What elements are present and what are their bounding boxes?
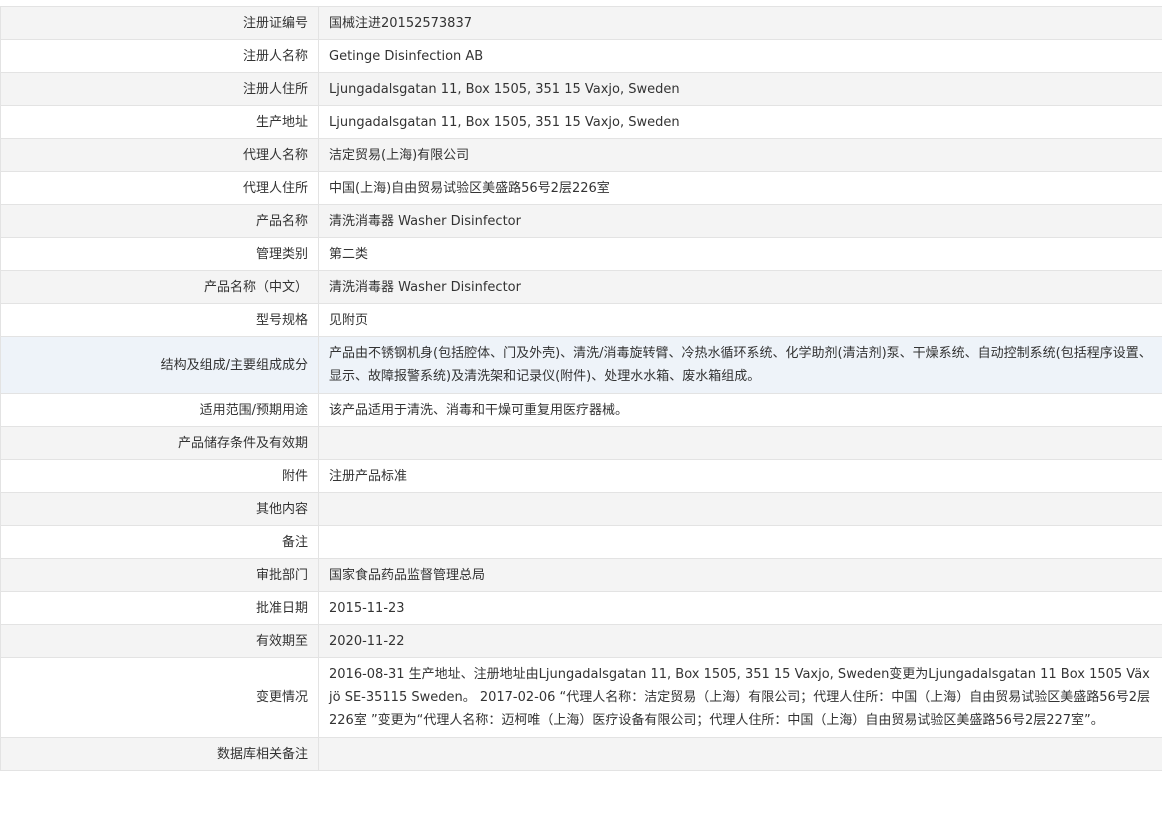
field-value bbox=[319, 493, 1162, 526]
field-label: 注册人名称 bbox=[1, 40, 319, 73]
field-value: 2016-08-31 生产地址、注册地址由Ljungadalsgatan 11,… bbox=[319, 658, 1162, 738]
row-production-address: 生产地址 Ljungadalsgatan 11, Box 1505, 351 1… bbox=[1, 106, 1162, 139]
row-change-history: 变更情况 2016-08-31 生产地址、注册地址由Ljungadalsgata… bbox=[1, 658, 1162, 738]
field-label: 数据库相关备注 bbox=[1, 738, 319, 771]
field-label: 型号规格 bbox=[1, 304, 319, 337]
field-value: 第二类 bbox=[319, 238, 1162, 271]
field-value: 洁定贸易(上海)有限公司 bbox=[319, 139, 1162, 172]
row-agent-name: 代理人名称 洁定贸易(上海)有限公司 bbox=[1, 139, 1162, 172]
row-other-content: 其他内容 bbox=[1, 493, 1162, 526]
row-storage-conditions: 产品储存条件及有效期 bbox=[1, 427, 1162, 460]
field-value: 清洗消毒器 Washer Disinfector bbox=[319, 271, 1162, 304]
field-label: 审批部门 bbox=[1, 559, 319, 592]
row-approval-date: 批准日期 2015-11-23 bbox=[1, 592, 1162, 625]
field-label: 结构及组成/主要组成成分 bbox=[1, 337, 319, 394]
field-value: 中国(上海)自由贸易试验区美盛路56号2层226室 bbox=[319, 172, 1162, 205]
field-value: Ljungadalsgatan 11, Box 1505, 351 15 Vax… bbox=[319, 106, 1162, 139]
field-label: 产品名称（中文） bbox=[1, 271, 319, 304]
field-label: 产品名称 bbox=[1, 205, 319, 238]
field-label: 备注 bbox=[1, 526, 319, 559]
row-product-name: 产品名称 清洗消毒器 Washer Disinfector bbox=[1, 205, 1162, 238]
field-label: 代理人名称 bbox=[1, 139, 319, 172]
field-value: 该产品适用于清洗、消毒和干燥可重复用医疗器械。 bbox=[319, 394, 1162, 427]
field-value: 国械注进20152573837 bbox=[319, 7, 1162, 40]
field-label: 注册证编号 bbox=[1, 7, 319, 40]
field-label: 代理人住所 bbox=[1, 172, 319, 205]
row-attachment: 附件 注册产品标准 bbox=[1, 460, 1162, 493]
field-value: 注册产品标准 bbox=[319, 460, 1162, 493]
row-agent-address: 代理人住所 中国(上海)自由贸易试验区美盛路56号2层226室 bbox=[1, 172, 1162, 205]
field-value: 2020-11-22 bbox=[319, 625, 1162, 658]
row-approval-department: 审批部门 国家食品药品监督管理总局 bbox=[1, 559, 1162, 592]
row-remarks: 备注 bbox=[1, 526, 1162, 559]
row-registrant-name: 注册人名称 Getinge Disinfection AB bbox=[1, 40, 1162, 73]
row-valid-until: 有效期至 2020-11-22 bbox=[1, 625, 1162, 658]
field-value bbox=[319, 526, 1162, 559]
field-label: 变更情况 bbox=[1, 658, 319, 738]
row-structure-composition: 结构及组成/主要组成成分 产品由不锈钢机身(包括腔体、门及外壳)、清洗/消毒旋转… bbox=[1, 337, 1162, 394]
row-registration-number: 注册证编号 国械注进20152573837 bbox=[1, 7, 1162, 40]
field-value bbox=[319, 738, 1162, 771]
row-management-category: 管理类别 第二类 bbox=[1, 238, 1162, 271]
field-label: 其他内容 bbox=[1, 493, 319, 526]
field-label: 有效期至 bbox=[1, 625, 319, 658]
field-label: 适用范围/预期用途 bbox=[1, 394, 319, 427]
field-value: 国家食品药品监督管理总局 bbox=[319, 559, 1162, 592]
field-value: Getinge Disinfection AB bbox=[319, 40, 1162, 73]
field-value: 清洗消毒器 Washer Disinfector bbox=[319, 205, 1162, 238]
field-value bbox=[319, 427, 1162, 460]
registration-detail-table: 注册证编号 国械注进20152573837 注册人名称 Getinge Disi… bbox=[0, 6, 1162, 771]
row-product-name-cn: 产品名称（中文） 清洗消毒器 Washer Disinfector bbox=[1, 271, 1162, 304]
field-label: 管理类别 bbox=[1, 238, 319, 271]
field-value: Ljungadalsgatan 11, Box 1505, 351 15 Vax… bbox=[319, 73, 1162, 106]
field-value: 产品由不锈钢机身(包括腔体、门及外壳)、清洗/消毒旋转臂、冷热水循环系统、化学助… bbox=[319, 337, 1162, 394]
field-value: 2015-11-23 bbox=[319, 592, 1162, 625]
field-label: 产品储存条件及有效期 bbox=[1, 427, 319, 460]
row-model-spec: 型号规格 见附页 bbox=[1, 304, 1162, 337]
field-label: 注册人住所 bbox=[1, 73, 319, 106]
row-registrant-address: 注册人住所 Ljungadalsgatan 11, Box 1505, 351 … bbox=[1, 73, 1162, 106]
row-database-notes: 数据库相关备注 bbox=[1, 738, 1162, 771]
field-label: 附件 bbox=[1, 460, 319, 493]
field-label: 批准日期 bbox=[1, 592, 319, 625]
field-value: 见附页 bbox=[319, 304, 1162, 337]
field-label: 生产地址 bbox=[1, 106, 319, 139]
row-intended-use: 适用范围/预期用途 该产品适用于清洗、消毒和干燥可重复用医疗器械。 bbox=[1, 394, 1162, 427]
